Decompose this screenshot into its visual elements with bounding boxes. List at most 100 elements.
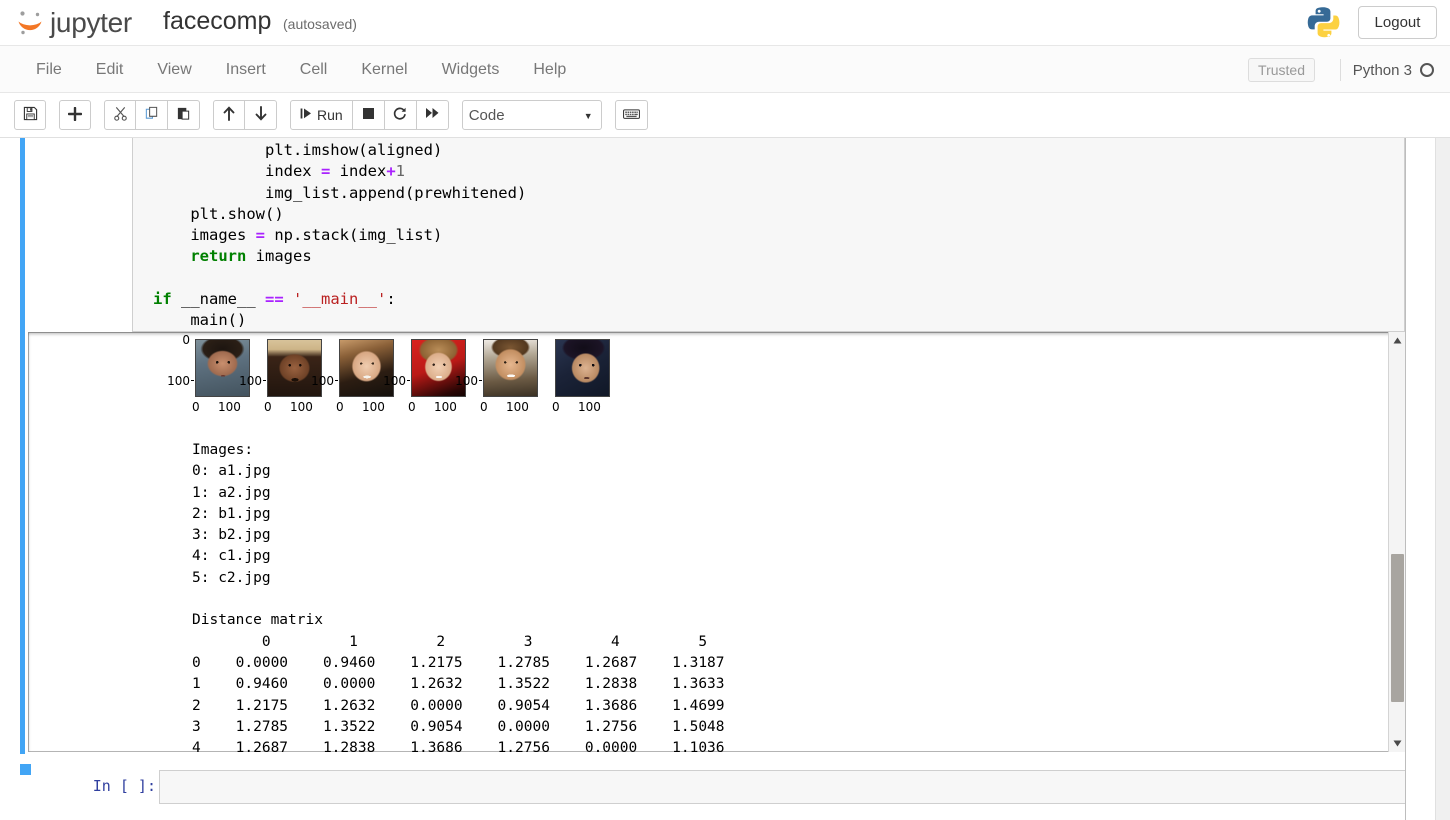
page-right-margin	[1405, 138, 1435, 820]
notebook-header: jupyter facecomp (autosaved) Logout	[0, 0, 1450, 46]
triangle-up-icon	[1393, 337, 1402, 344]
toolbar-group-insert	[59, 100, 91, 130]
face-panel-b2: 100 0 100	[380, 336, 460, 432]
move-cell-up-button[interactable]	[213, 100, 245, 130]
divider	[1340, 59, 1341, 81]
output-content: 0 100 0 100 100	[28, 332, 1388, 752]
x-tick-0: 0	[192, 400, 200, 414]
code-editor[interactable]: plt.imshow(aligned) index = index+1 img_…	[132, 138, 1405, 332]
toolbar-group-move	[213, 100, 277, 130]
floppy-disk-icon	[23, 106, 38, 124]
menu-bar: File Edit View Insert Cell Kernel Widget…	[0, 46, 1450, 93]
output-vertical-scrollbar[interactable]	[1388, 332, 1405, 752]
y-tick-mark	[191, 380, 194, 381]
menu-item-view[interactable]: View	[140, 46, 208, 93]
menu-item-widgets[interactable]: Widgets	[425, 46, 517, 93]
menu-item-insert[interactable]: Insert	[209, 46, 283, 93]
notebook-toolbar: Run	[0, 93, 1450, 138]
menu-item-file[interactable]: File	[19, 46, 79, 93]
scroll-down-button[interactable]	[1389, 735, 1405, 752]
scroll-up-button[interactable]	[1389, 332, 1405, 349]
trusted-badge[interactable]: Trusted	[1248, 58, 1315, 82]
toolbar-buttons: Run	[14, 100, 661, 130]
y-tick-0: 0	[164, 333, 190, 347]
scrollbar-thumb[interactable]	[1391, 554, 1404, 702]
menu-item-edit[interactable]: Edit	[79, 46, 141, 93]
arrow-down-icon	[254, 106, 268, 124]
toolbar-group-clipboard	[104, 100, 200, 130]
logout-button[interactable]: Logout	[1358, 6, 1437, 39]
code-cell-selected[interactable]: plt.imshow(aligned) index = index+1 img_…	[20, 138, 1405, 332]
face-panel-a2: 100 0 100	[236, 336, 316, 432]
x-tick-0: 0	[408, 400, 416, 414]
kernel-name-label: Python 3	[1353, 62, 1412, 79]
page-scrollbar[interactable]	[1435, 138, 1450, 820]
face-thumb-c2	[555, 339, 610, 397]
face-panel-c2: 0 100	[524, 336, 604, 432]
copy-cells-button[interactable]	[136, 100, 168, 130]
jupyter-brand[interactable]: jupyter	[14, 3, 132, 43]
cell-type-select[interactable]: Code Markdown Raw NBConvert Heading	[462, 100, 602, 130]
move-cell-down-button[interactable]	[245, 100, 277, 130]
code-source: plt.imshow(aligned) index = index+1 img_…	[153, 140, 526, 332]
cell-output-area: 0 100 0 100 100	[20, 332, 1405, 754]
notebook-title[interactable]: facecomp	[163, 7, 271, 36]
run-cell-button[interactable]: Run	[290, 100, 353, 130]
x-tick-0: 0	[552, 400, 560, 414]
restart-circle-icon	[393, 107, 407, 124]
kernel-status-area: Python 3	[1340, 59, 1434, 81]
kernel-idle-circle-icon[interactable]	[1420, 63, 1434, 77]
interrupt-kernel-button[interactable]	[353, 100, 385, 130]
toolbar-group-palette	[615, 100, 648, 130]
output-scroll-container[interactable]: 0 100 0 100 100	[28, 332, 1405, 752]
python-logo-icon	[1306, 5, 1342, 41]
x-tick-0: 0	[264, 400, 272, 414]
jupyter-logo-icon	[14, 7, 46, 39]
y-tick-100: 100	[236, 374, 262, 388]
code-cell-empty[interactable]: In [ ]:	[20, 764, 1405, 814]
y-tick-mark	[407, 380, 410, 381]
toolbar-group-save	[14, 100, 46, 130]
face-panel-b1: 100 0 100	[308, 336, 388, 432]
plus-icon	[68, 107, 82, 124]
code-input-empty[interactable]	[159, 770, 1425, 804]
save-button[interactable]	[14, 100, 46, 130]
save-status: (autosaved)	[283, 16, 357, 32]
triangle-down-icon	[1393, 740, 1402, 747]
paste-cells-button[interactable]	[168, 100, 200, 130]
cell-type-dropdown-wrap: Code Markdown Raw NBConvert Heading ▼	[462, 100, 615, 130]
output-stdout-text: Images: 0: a1.jpg 1: a2.jpg 2: b1.jpg 3:…	[192, 440, 725, 752]
x-tick-0: 0	[480, 400, 488, 414]
face-panel-c1: 100 0 100	[452, 336, 532, 432]
restart-kernel-button[interactable]	[385, 100, 417, 130]
menu-item-kernel[interactable]: Kernel	[344, 46, 424, 93]
command-palette-button[interactable]	[615, 100, 648, 130]
y-tick-100: 100	[380, 374, 406, 388]
y-tick-mark	[335, 380, 338, 381]
fast-forward-icon	[425, 107, 440, 123]
menu-item-list: File Edit View Insert Cell Kernel Widget…	[19, 46, 583, 93]
menu-item-cell[interactable]: Cell	[283, 46, 345, 93]
y-tick-100: 100	[308, 374, 334, 388]
y-tick-100: 100	[164, 374, 190, 388]
toolbar-group-run: Run	[290, 100, 449, 130]
x-tick-100: 100	[578, 400, 601, 414]
y-tick-100: 100	[452, 374, 478, 388]
cut-cells-button[interactable]	[104, 100, 136, 130]
menu-item-help[interactable]: Help	[516, 46, 583, 93]
cell-prompt-area	[25, 138, 132, 332]
notebook-container: plt.imshow(aligned) index = index+1 img_…	[0, 138, 1450, 820]
y-tick-mark	[479, 380, 482, 381]
copy-icon	[144, 106, 159, 124]
selected-cell-marker-output	[20, 332, 25, 754]
matplotlib-figure: 0 100 0 100 100	[164, 336, 684, 432]
brand-label: jupyter	[50, 7, 132, 39]
cell-marker	[20, 764, 31, 775]
stop-square-icon	[362, 107, 375, 123]
face-panel-a1: 0 100 0 100	[164, 336, 244, 432]
scissors-icon	[113, 106, 128, 124]
cell-prompt-label: In [ ]:	[56, 777, 156, 795]
restart-run-all-button[interactable]	[417, 100, 449, 130]
insert-cell-below-button[interactable]	[59, 100, 91, 130]
y-tick-mark	[263, 380, 266, 381]
